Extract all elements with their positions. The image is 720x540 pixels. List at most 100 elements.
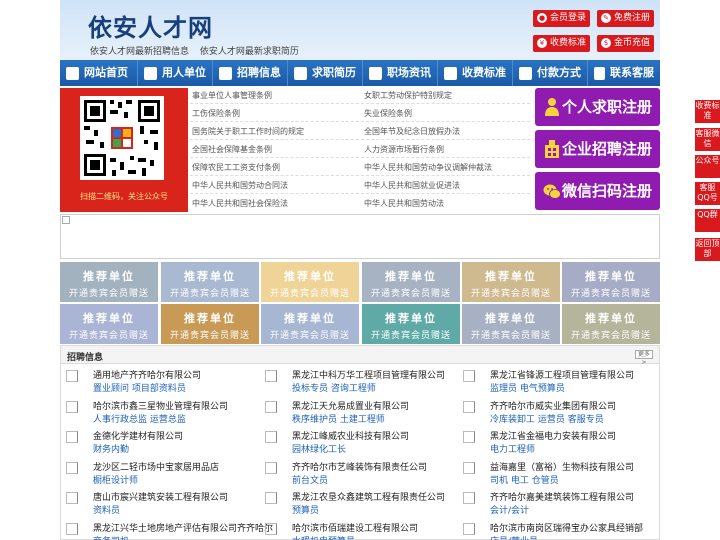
nav-resumes[interactable]: 求职简历 bbox=[288, 60, 363, 86]
nav-employers[interactable]: 用人单位 bbox=[138, 60, 213, 86]
side-official-account-button[interactable]: 公众号 bbox=[695, 155, 720, 178]
personal-register-button[interactable]: 个人求职注册 bbox=[535, 88, 660, 126]
recommend-tile[interactable]: 推荐单位 开通贵宾会员赠送 bbox=[161, 262, 259, 302]
company-name[interactable]: 唐山市宸兴建筑安装工程有限公司 bbox=[93, 490, 228, 503]
recommend-tile[interactable]: 推荐单位 开通贵宾会员赠送 bbox=[60, 304, 158, 344]
job-positions[interactable]: 冷库装卸工 运营员 客服专员 bbox=[490, 412, 604, 425]
company-name[interactable]: 黑龙江省金福电力安装有限公司 bbox=[490, 429, 616, 442]
law-link[interactable]: 全国年节及纪念日放假办法 bbox=[364, 126, 460, 137]
job-positions[interactable]: 财务内勤 bbox=[93, 442, 129, 455]
recommend-tile[interactable]: 推荐单位 开通贵宾会员赠送 bbox=[362, 262, 460, 302]
recharge-button[interactable]: $ 金币充值 bbox=[597, 35, 654, 52]
recommend-tile[interactable]: 推荐单位 开通贵宾会员赠送 bbox=[60, 262, 158, 302]
company-name[interactable]: 通用地产齐齐哈尔有限公司 bbox=[93, 368, 201, 381]
job-positions[interactable]: 司机 电工 仓管员 bbox=[490, 473, 559, 486]
law-link[interactable]: 全国社会保障基金条例 bbox=[192, 144, 272, 155]
job-positions[interactable]: 店员/营业员 bbox=[490, 534, 538, 540]
company-name[interactable]: 哈尔滨市鑫三星物业管理有限公司 bbox=[93, 399, 228, 412]
nav-payment[interactable]: 付款方式 bbox=[513, 60, 588, 86]
job-positions[interactable]: 会计/会计 bbox=[490, 503, 529, 516]
recommend-tile[interactable]: 推荐单位 开通贵宾会员赠送 bbox=[562, 304, 660, 344]
banner-image[interactable] bbox=[60, 214, 660, 259]
side-qq-group-button[interactable]: QQ群 bbox=[695, 209, 720, 232]
nav-home[interactable]: 网站首页 bbox=[60, 60, 138, 86]
job-item[interactable]: 唐山市宸兴建筑安装工程有限公司 资料员 bbox=[66, 490, 256, 518]
job-positions[interactable]: 秩序维护员 土建工程师 bbox=[292, 412, 385, 425]
law-link[interactable]: 国务院关于职工工作时间的规定 bbox=[192, 126, 304, 137]
company-name[interactable]: 黑龙江农垦众鑫建筑工程有限责任公司 bbox=[292, 490, 445, 503]
law-link[interactable]: 中华人民共和国就业促进法 bbox=[364, 180, 460, 191]
job-positions[interactable]: 前台文员 bbox=[292, 473, 328, 486]
job-positions[interactable]: 园林绿化工长 bbox=[292, 442, 346, 455]
company-name[interactable]: 益海嘉里（富裕）生物科技有限公司 bbox=[490, 460, 634, 473]
job-positions[interactable]: 电力工程师 bbox=[490, 442, 535, 455]
job-item[interactable]: 哈尔滨市鑫三星物业管理有限公司 人事行政总监 运营总监 bbox=[66, 399, 256, 427]
job-positions[interactable]: 资料员 bbox=[93, 503, 120, 516]
company-name[interactable]: 齐齐哈尔市威实业集团有限公司 bbox=[490, 399, 616, 412]
job-item[interactable]: 金德化学建材有限公司 财务内勤 bbox=[66, 429, 256, 457]
job-item[interactable]: 黑龙江农垦众鑫建筑工程有限责任公司 预算员 bbox=[265, 490, 455, 518]
company-name[interactable]: 龙沙区二轻市场中宝家居用品店 bbox=[93, 460, 219, 473]
side-qq-button[interactable]: 客服QQ号 bbox=[695, 182, 720, 205]
side-pricing-button[interactable]: 收费标准 bbox=[695, 100, 720, 123]
law-link[interactable]: 事业单位人事管理条例 bbox=[192, 90, 272, 101]
latest-jobs-link[interactable]: 依安人才网最新招聘信息 bbox=[90, 47, 189, 57]
company-name[interactable]: 黑龙江天允易成置业有限公司 bbox=[292, 399, 409, 412]
company-name[interactable]: 哈尔滨市佰瑞建设工程有限公司 bbox=[292, 521, 418, 534]
recommend-tile[interactable]: 推荐单位 开通贵宾会员赠送 bbox=[462, 262, 560, 302]
login-button[interactable]: ● 会员登录 bbox=[533, 10, 590, 27]
job-item[interactable]: 黑龙江省锋源工程项目管理有限公司 监理员 电气预算员 bbox=[463, 368, 653, 396]
register-button[interactable]: ✎ 免费注册 bbox=[597, 10, 654, 27]
job-positions[interactable]: 人事行政总监 运营总监 bbox=[93, 412, 186, 425]
law-link[interactable]: 中华人民共和国劳动合同法 bbox=[192, 180, 288, 191]
job-item[interactable]: 齐齐哈尔嘉美建筑装饰工程有限公司 会计/会计 bbox=[463, 490, 653, 518]
company-name[interactable]: 齐齐哈尔市艺峰装饰有限责任公司 bbox=[292, 460, 427, 473]
recommend-tile[interactable]: 推荐单位 开通贵宾会员赠送 bbox=[562, 262, 660, 302]
job-item[interactable]: 黑龙江省金福电力安装有限公司 电力工程师 bbox=[463, 429, 653, 457]
recommend-tile[interactable]: 推荐单位 开通贵宾会员赠送 bbox=[261, 304, 359, 344]
nav-pricing[interactable]: 收费标准 bbox=[438, 60, 513, 86]
law-link[interactable]: 人力资源市场暂行条例 bbox=[364, 144, 444, 155]
job-positions[interactable]: 投标专员 咨询工程师 bbox=[292, 381, 376, 394]
job-positions[interactable]: 橱柜设计师 bbox=[93, 473, 138, 486]
company-name[interactable]: 齐齐哈尔嘉美建筑装饰工程有限公司 bbox=[490, 490, 634, 503]
side-wechat-button[interactable]: 客服微信 bbox=[695, 128, 720, 151]
pricing-button[interactable]: ¥ 收费标准 bbox=[533, 35, 590, 52]
company-name[interactable]: 黑龙江兴华土地房地产评估有限公司齐齐哈尔 bbox=[93, 521, 273, 534]
job-positions[interactable]: 水暖机电预算员 bbox=[292, 534, 355, 540]
law-link[interactable]: 保障农民工工资支付条例 bbox=[192, 162, 280, 173]
job-item[interactable]: 益海嘉里（富裕）生物科技有限公司 司机 电工 仓管员 bbox=[463, 460, 653, 488]
job-item[interactable]: 黑龙江峰威农业科技有限公司 园林绿化工长 bbox=[265, 429, 455, 457]
law-link[interactable]: 工伤保险条例 bbox=[192, 108, 240, 119]
law-link[interactable]: 女职工劳动保护特别规定 bbox=[364, 90, 452, 101]
job-item[interactable]: 哈尔滨市南岗区瑞得宝办公家具经销部店员/营业员 bbox=[463, 521, 653, 540]
company-name[interactable]: 金德化学建材有限公司 bbox=[93, 429, 183, 442]
law-link[interactable]: 失业保险条例 bbox=[364, 108, 412, 119]
job-item[interactable]: 黑龙江中科万华工程项目管理有限公司 投标专员 咨询工程师 bbox=[265, 368, 455, 396]
job-item[interactable]: 黑龙江兴华土地房地产评估有限公司齐齐哈尔商务司机 bbox=[66, 521, 273, 540]
site-title[interactable]: 依安人才网 bbox=[88, 8, 213, 43]
job-item[interactable]: 哈尔滨市佰瑞建设工程有限公司水暖机电预算员 bbox=[265, 521, 455, 540]
company-name[interactable]: 黑龙江省锋源工程项目管理有限公司 bbox=[490, 368, 634, 381]
law-link[interactable]: 中华人民共和国劳动争议调解仲裁法 bbox=[364, 162, 492, 173]
law-link[interactable]: 中华人民共和国劳动法 bbox=[364, 198, 444, 209]
company-register-button[interactable]: 企业招聘注册 bbox=[535, 130, 660, 168]
side-back-to-top-button[interactable]: 返回顶部 bbox=[695, 238, 720, 261]
law-link[interactable]: 中华人民共和国社会保险法 bbox=[192, 198, 288, 209]
wechat-register-button[interactable]: 微信扫码注册 bbox=[535, 172, 660, 210]
recommend-tile[interactable]: 推荐单位 开通贵宾会员赠送 bbox=[362, 304, 460, 344]
nav-jobs[interactable]: 招聘信息 bbox=[213, 60, 288, 86]
job-item[interactable]: 黑龙江天允易成置业有限公司 秩序维护员 土建工程师 bbox=[265, 399, 455, 427]
company-name[interactable]: 哈尔滨市南岗区瑞得宝办公家具经销部 bbox=[490, 521, 643, 534]
latest-resumes-link[interactable]: 依安人才网最新求职简历 bbox=[200, 47, 299, 57]
recommend-tile[interactable]: 推荐单位 开通贵宾会员赠送 bbox=[462, 304, 560, 344]
nav-news[interactable]: 职场资讯 bbox=[363, 60, 438, 86]
recommend-tile[interactable]: 推荐单位 开通贵宾会员赠送 bbox=[261, 262, 359, 302]
job-item[interactable]: 龙沙区二轻市场中宝家居用品店 橱柜设计师 bbox=[66, 460, 256, 488]
job-positions[interactable]: 预算员 bbox=[292, 503, 319, 516]
job-item[interactable]: 齐齐哈尔市威实业集团有限公司 冷库装卸工 运营员 客服专员 bbox=[463, 399, 653, 427]
job-positions[interactable]: 商务司机 bbox=[93, 534, 129, 540]
more-button[interactable]: 更多> bbox=[635, 350, 653, 366]
company-name[interactable]: 黑龙江中科万华工程项目管理有限公司 bbox=[292, 368, 445, 381]
recommend-tile[interactable]: 推荐单位 开通贵宾会员赠送 bbox=[161, 304, 259, 344]
